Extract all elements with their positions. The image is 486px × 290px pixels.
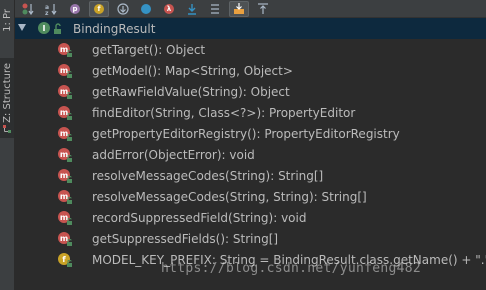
- tree-item[interactable]: m addError(ObjectError): void: [15, 144, 486, 165]
- watermark: https://blog.csdn.net/yunfeng482: [161, 261, 422, 276]
- tree-item-label: addError(ObjectError): void: [92, 147, 255, 162]
- member-icon-wrap: m: [58, 188, 74, 204]
- tree-item[interactable]: m getSuppressedFields(): String[]: [15, 228, 486, 249]
- tree-item-label: getPropertyEditorRegistry(): PropertyEdi…: [92, 126, 400, 141]
- tree-item[interactable]: m resolveMessageCodes(String, String): St…: [15, 186, 486, 207]
- member-icon-wrap: m: [58, 146, 74, 162]
- member-icon-wrap: m: [58, 209, 74, 225]
- structure-tree: I BindingResult m getTarget(): Object m get…: [15, 18, 486, 270]
- collapse-all-button[interactable]: [206, 2, 224, 16]
- svg-text:z: z: [45, 10, 49, 15]
- tree-item[interactable]: m getPropertyEditorRegistry(): PropertyEd…: [15, 123, 486, 144]
- public-unlock-icon: [67, 239, 72, 246]
- autoscroll-to-source-button[interactable]: [229, 0, 249, 17]
- autoscroll-to-source-icon: [234, 2, 244, 14]
- sort-by-visibility-button[interactable]: [20, 2, 38, 16]
- tree-item-label: recordSuppressedField(String): void: [92, 210, 307, 225]
- non-public-icon: [141, 3, 151, 14]
- tree-root-row[interactable]: I BindingResult: [15, 18, 486, 39]
- expand-all-icon: [188, 3, 196, 15]
- collapse-all-icon: [211, 3, 219, 14]
- sort-visibility-icon: [22, 3, 34, 15]
- public-unlock-icon: [67, 218, 72, 225]
- static-final-icon: [67, 260, 72, 267]
- inherited-icon: [117, 2, 129, 15]
- structure-tab-label: Z: Structure: [1, 62, 13, 123]
- show-lambdas-button[interactable]: λ: [160, 2, 178, 16]
- show-fields-button[interactable]: f: [89, 0, 109, 17]
- public-unlock-icon: [67, 176, 72, 183]
- public-unlock-icon: [67, 92, 72, 99]
- tree-item[interactable]: m recordSuppressedField(String): void: [15, 207, 486, 228]
- public-unlock-icon: [67, 134, 72, 141]
- tree-item[interactable]: m findEditor(String, Class<?>): PropertyE…: [15, 102, 486, 123]
- autoscroll-from-source-button[interactable]: [254, 2, 272, 16]
- member-icon-wrap: m: [58, 125, 74, 141]
- tree-item-list: m getTarget(): Object m getModel(): Map<Str…: [15, 39, 486, 270]
- public-unlock-icon: [67, 155, 72, 162]
- tree-item[interactable]: m resolveMessageCodes(String): String[]: [15, 165, 486, 186]
- property-icon: p: [70, 3, 80, 14]
- project-tab[interactable]: 1: Pr: [0, 0, 14, 40]
- interface-icon-wrap: I: [38, 20, 54, 36]
- tree-item-label: getTarget(): Object: [92, 42, 206, 57]
- tree-item[interactable]: m getTarget(): Object: [15, 39, 486, 60]
- tree-item-label: getSuppressedFields(): String[]: [92, 231, 279, 246]
- field-toggle-icon: f: [94, 3, 104, 14]
- tree-item-label: findEditor(String, Class<?>): PropertyEd…: [92, 105, 356, 120]
- public-unlock-icon: [67, 71, 72, 78]
- structure-toolbar: a z p f λ: [15, 0, 486, 18]
- tree-item-label: resolveMessageCodes(String): String[]: [92, 168, 324, 183]
- lambda-icon: λ: [164, 3, 174, 14]
- member-icon-wrap: f: [58, 251, 74, 267]
- interface-icon: I: [38, 22, 50, 34]
- sort-alphabetically-button[interactable]: a z: [43, 2, 61, 16]
- autoscroll-from-source-icon: [258, 2, 268, 14]
- structure-icon: [3, 125, 11, 134]
- member-icon-wrap: m: [58, 230, 74, 246]
- tool-window-strip: 1: Pr Z: Structure: [0, 0, 15, 290]
- member-icon-wrap: m: [58, 104, 74, 120]
- tree-item-label: getModel(): Map<String, Object>: [92, 63, 293, 78]
- collapse-arrow-icon[interactable]: [18, 24, 26, 31]
- public-unlock-icon: [67, 113, 72, 120]
- member-icon-wrap: m: [58, 83, 74, 99]
- tree-item[interactable]: m getModel(): Map<String, Object>: [15, 60, 486, 81]
- tree-root-label: BindingResult: [73, 21, 156, 36]
- tree-item-label: resolveMessageCodes(String, String): Str…: [92, 189, 367, 204]
- tree-item-label: getRawFieldValue(String): Object: [92, 84, 290, 99]
- unlock-icon: [54, 23, 61, 34]
- member-icon-wrap: m: [58, 62, 74, 78]
- sort-alpha-icon: a z: [45, 3, 57, 15]
- project-tab-label: 1: Pr: [1, 8, 13, 32]
- expand-all-button[interactable]: [183, 2, 201, 16]
- show-properties-button[interactable]: p: [66, 2, 84, 16]
- structure-tab[interactable]: Z: Structure: [0, 58, 14, 138]
- member-icon-wrap: m: [58, 41, 74, 57]
- member-icon-wrap: m: [58, 167, 74, 183]
- show-non-public-button[interactable]: [137, 2, 155, 16]
- show-inherited-button[interactable]: [114, 2, 132, 16]
- tree-item[interactable]: m getRawFieldValue(String): Object: [15, 81, 486, 102]
- public-unlock-icon: [67, 50, 72, 57]
- public-unlock-icon: [67, 197, 72, 204]
